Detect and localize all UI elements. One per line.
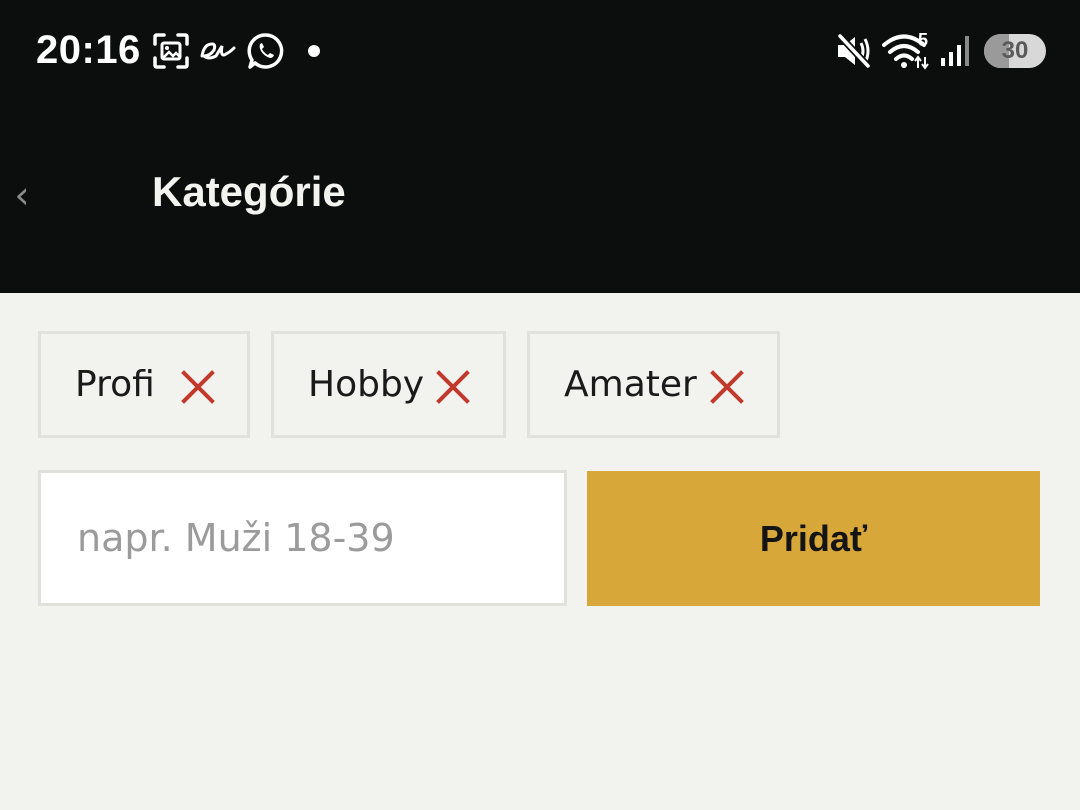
battery-level: 30 (1001, 37, 1029, 64)
category-chip-profi: Profi (38, 331, 250, 438)
category-chip-hobby: Hobby (271, 331, 506, 438)
whatsapp-icon (246, 31, 286, 76)
battery-indicator: 30 (984, 34, 1046, 68)
dot-icon (307, 44, 321, 63)
category-chip-amater: Amater (527, 331, 780, 438)
signal-icon (938, 32, 974, 73)
mute-icon (834, 32, 874, 75)
wifi-label: 5 (918, 30, 929, 50)
chip-label: Hobby (308, 364, 425, 405)
add-category-button[interactable]: Pridať (587, 471, 1040, 606)
remove-icon[interactable] (180, 369, 216, 405)
screenshot-icon (152, 32, 190, 75)
chip-label: Amater (564, 364, 697, 405)
status-time: 20:16 (36, 28, 141, 72)
remove-icon[interactable] (709, 369, 745, 405)
page-title: Kategórie (152, 168, 346, 215)
back-button[interactable]: ‹ (8, 170, 36, 220)
remove-icon[interactable] (435, 369, 471, 405)
top-bar: 20:16 5 30 ‹ Kategórie (0, 0, 1080, 293)
category-input-wrapper (38, 470, 567, 606)
chevron-left-icon: ‹ (14, 173, 30, 217)
aliexpress-icon (198, 38, 238, 71)
category-input[interactable] (41, 473, 564, 603)
chip-label: Profi (75, 364, 155, 405)
